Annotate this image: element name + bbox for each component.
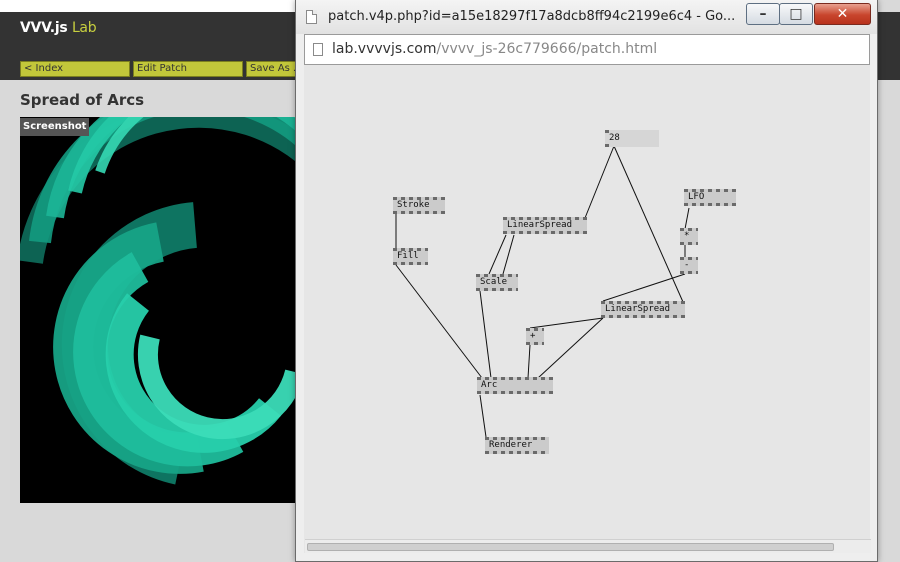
patch-popup-window[interactable]: patch.v4p.php?id=a15e18297f17a8dcb8ff94c… [295, 0, 878, 562]
window-titlebar[interactable]: patch.v4p.php?id=a15e18297f17a8dcb8ff94c… [296, 0, 877, 34]
node-arc[interactable]: Arc [477, 377, 553, 394]
minimize-button[interactable]: – [746, 3, 780, 25]
page-right-edge [878, 0, 900, 562]
edit-patch-button[interactable]: Edit Patch [133, 61, 243, 77]
screenshot-render [20, 117, 320, 503]
link-plus-arc [527, 344, 531, 379]
link-scale-arc [479, 290, 492, 379]
node-plus[interactable]: + [526, 328, 544, 345]
close-button[interactable]: ✕ [814, 3, 871, 25]
spread-of-arcs-image [20, 117, 320, 485]
address-bar[interactable]: lab.vvvvjs.com/vvvv_js-26c779666/patch.h… [304, 34, 870, 65]
address-text[interactable]: lab.vvvvjs.com/vvvv_js-26c779666/patch.h… [332, 41, 657, 57]
link-lfo-multiply [684, 207, 690, 230]
patch-links [395, 145, 690, 438]
link-ls1-scale-a [488, 234, 507, 275]
patch-editor-canvas[interactable]: 28 Stroke Fill LinearSpread LFO * - Scal… [304, 65, 870, 553]
horizontal-scrollbar[interactable] [305, 539, 871, 553]
page-icon [306, 10, 317, 24]
node-multiply[interactable]: * [680, 228, 698, 245]
site-logo[interactable]: VVV.js Lab [20, 20, 97, 36]
node-linearspread-2[interactable]: LinearSpread [601, 301, 685, 318]
link-minus-ls2 [602, 273, 686, 302]
link-ls2-plus [529, 317, 604, 329]
url-host: lab.vvvvjs.com [332, 41, 437, 57]
index-button[interactable]: < Index [20, 61, 130, 77]
node-linearspread-1[interactable]: LinearSpread [503, 217, 587, 234]
node-renderer[interactable]: Renderer [485, 437, 549, 454]
link-fill-arc [395, 264, 483, 379]
node-minus[interactable]: - [680, 257, 698, 274]
scrollbar-thumb[interactable] [307, 543, 834, 551]
link-28-linearspread2 [613, 145, 684, 303]
logo-accent-text: Lab [71, 20, 97, 36]
iobox-value-28[interactable]: 28 [605, 130, 659, 147]
node-lfo[interactable]: LFO [684, 189, 736, 206]
page-right-edge-header [878, 12, 900, 80]
screenshot-label: Screenshot [20, 118, 90, 136]
window-title: patch.v4p.php?id=a15e18297f17a8dcb8ff94c… [328, 9, 736, 24]
node-fill[interactable]: Fill [393, 248, 428, 265]
node-stroke[interactable]: Stroke [393, 197, 445, 214]
maximize-button[interactable]: □ [779, 3, 813, 25]
node-scale[interactable]: Scale [476, 274, 518, 291]
link-arc-renderer [479, 394, 487, 438]
page-title: Spread of Arcs [20, 91, 145, 109]
page-icon [313, 43, 323, 56]
link-28-linearspread1 [584, 145, 615, 219]
link-ls1-scale-b [502, 234, 515, 275]
link-ls2-arc [537, 317, 604, 379]
logo-main-text: VVV.js [20, 20, 68, 36]
url-path: /vvvv_js-26c779666/patch.html [436, 41, 658, 57]
